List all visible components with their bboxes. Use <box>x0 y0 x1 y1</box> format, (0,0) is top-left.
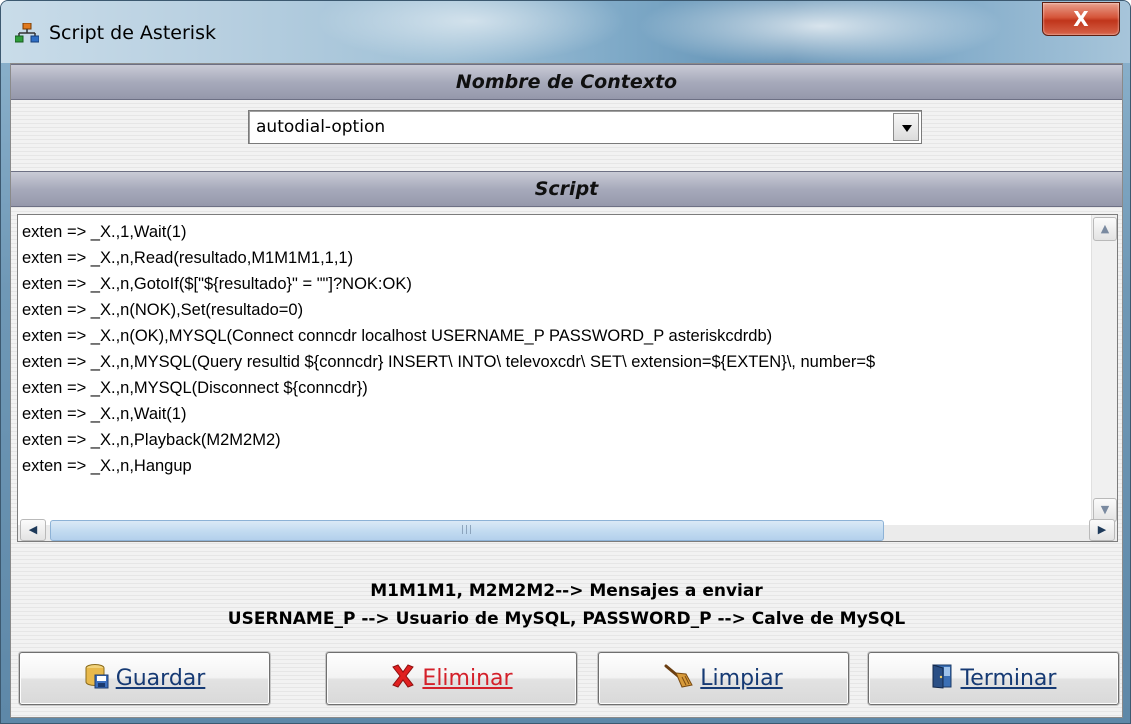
script-line[interactable]: exten => _X.,1,Wait(1) <box>22 219 1088 245</box>
guardar-label: Guardar <box>115 666 206 691</box>
window-title: Script de Asterisk <box>49 22 216 44</box>
legend-area: M1M1M1, M2M2M2--> Mensajes a enviar USER… <box>11 542 1122 646</box>
horizontal-scrollbar[interactable]: ◀ ||| ▶ <box>18 519 1117 541</box>
terminar-label: Terminar <box>960 666 1057 691</box>
script-lines: exten => _X.,1,Wait(1) exten => _X.,n,Re… <box>22 219 1088 509</box>
script-editor[interactable]: exten => _X.,1,Wait(1) exten => _X.,n,Re… <box>17 214 1118 542</box>
context-select[interactable]: autodial-option <box>248 110 922 144</box>
scroll-right-icon[interactable]: ▶ <box>1089 519 1115 541</box>
database-save-icon <box>84 663 110 695</box>
close-button[interactable]: X <box>1042 2 1120 36</box>
context-header: Nombre de Contexto <box>11 64 1122 100</box>
scroll-left-icon[interactable]: ◀ <box>20 519 46 541</box>
script-line[interactable]: exten => _X.,n,MYSQL(Query resultid ${co… <box>22 349 1088 375</box>
script-line[interactable]: exten => _X.,n(NOK),Set(resultado=0) <box>22 297 1088 323</box>
chevron-down-icon[interactable] <box>893 113 919 141</box>
script-line[interactable]: exten => _X.,n,Hangup <box>22 453 1088 479</box>
door-exit-icon <box>931 663 955 695</box>
broom-icon <box>664 663 694 695</box>
red-x-icon <box>390 663 416 695</box>
legend-credentials: USERNAME_P --> Usuario de MySQL, PASSWOR… <box>227 609 906 629</box>
script-header: Script <box>11 171 1122 207</box>
script-line[interactable]: exten => _X.,n(OK),MYSQL(Connect conncdr… <box>22 323 1088 349</box>
limpiar-button[interactable]: Limpiar <box>598 652 849 705</box>
legend-messages: M1M1M1, M2M2M2--> Mensajes a enviar <box>370 581 763 601</box>
scroll-thumb[interactable]: ||| <box>50 520 884 541</box>
eliminar-button[interactable]: Eliminar <box>326 652 577 705</box>
network-tree-icon <box>14 22 40 43</box>
title-bar[interactable]: Script de Asterisk X <box>1 1 1130 63</box>
vertical-scrollbar[interactable]: ▲ ▼ <box>1091 215 1117 525</box>
script-line[interactable]: exten => _X.,n,Read(resultado,M1M1M1,1,1… <box>22 245 1088 271</box>
limpiar-label: Limpiar <box>700 666 783 691</box>
context-select-value: autodial-option <box>256 117 386 137</box>
guardar-button[interactable]: Guardar <box>19 652 270 705</box>
script-line[interactable]: exten => _X.,n,Playback(M2M2M2) <box>22 427 1088 453</box>
script-line[interactable]: exten => _X.,n,GotoIf($["${resultado}" =… <box>22 271 1088 297</box>
app-window: Script de Asterisk X Nombre de Contexto … <box>0 0 1131 724</box>
eliminar-label: Eliminar <box>422 666 513 691</box>
button-row: Guardar Eliminar Limpiar Terminar <box>11 646 1122 718</box>
script-line[interactable]: exten => _X.,n,Wait(1) <box>22 401 1088 427</box>
script-line[interactable]: exten => _X.,n,MYSQL(Disconnect ${conncd… <box>22 375 1088 401</box>
client-area: Nombre de Contexto autodial-option Scrip… <box>10 63 1123 718</box>
terminar-button[interactable]: Terminar <box>868 652 1119 705</box>
scroll-up-icon[interactable]: ▲ <box>1093 217 1117 241</box>
